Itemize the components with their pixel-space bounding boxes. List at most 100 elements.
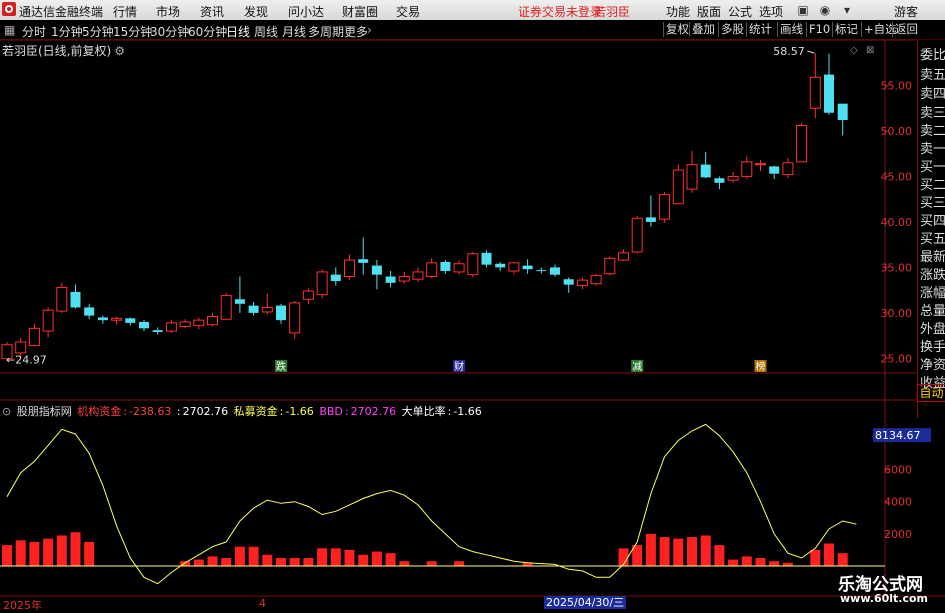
candle-body: [440, 261, 451, 272]
indicator-bar: [687, 537, 697, 567]
event-marker-label: 跌: [276, 360, 286, 373]
candle-body: [631, 217, 643, 253]
quote-label[interactable]: 卖三: [920, 102, 945, 121]
candle-body: [576, 279, 588, 287]
quote-label[interactable]: 净资: [920, 354, 945, 373]
indicator-bar: [70, 532, 81, 567]
indicator-value: -1.66: [453, 405, 482, 418]
indicator-value: 2702.76: [350, 405, 397, 418]
candle-body: [70, 291, 81, 308]
candle-body: [84, 307, 95, 316]
indicator-bar: [755, 557, 766, 567]
indicator-bar: [84, 541, 95, 567]
quote-label[interactable]: 涨幅: [920, 282, 945, 301]
quote-label[interactable]: 买三: [920, 192, 945, 211]
candle-body: [152, 330, 163, 332]
indicator-bar: [769, 561, 780, 567]
quote-label[interactable]: 最新: [920, 246, 945, 265]
indicator-label: 机构资金: [77, 405, 122, 418]
candle-body: [56, 286, 68, 312]
indicator-bar: [221, 557, 232, 567]
indicator-bar: [618, 548, 629, 567]
candle-body: [165, 322, 177, 332]
indicator-bar: [330, 548, 341, 567]
indicator-bar: [344, 549, 355, 567]
indicator-bar: [2, 545, 12, 567]
candle-body: [358, 259, 369, 263]
candle-body: [550, 267, 560, 275]
candle-body: [412, 271, 424, 280]
indicator-y-tick-label: 2000: [884, 528, 912, 541]
candle-body: [782, 162, 794, 176]
candle-body: [371, 265, 382, 275]
candle-body: [125, 318, 136, 323]
quote-label[interactable]: 换手: [920, 336, 945, 355]
watermark: 乐淘公式网 www.60lt.com: [834, 568, 945, 609]
quote-label[interactable]: 委比: [920, 44, 945, 63]
candle-body: [659, 194, 671, 220]
diamond-icon: ◇: [850, 45, 858, 56]
indicator-bar: [645, 533, 656, 567]
indicator-bar: [43, 538, 54, 567]
event-marker-label: 减: [632, 361, 642, 373]
candle-body: [727, 175, 739, 181]
quote-label[interactable]: 总量: [920, 300, 945, 319]
quote-label[interactable]: 卖一: [920, 138, 945, 157]
quote-label[interactable]: 涨跌: [920, 264, 945, 283]
indicator-bar: [317, 548, 328, 567]
candle-body: [481, 252, 492, 265]
high-price-label: 58.57: [773, 45, 805, 58]
indicator-bar: [824, 543, 834, 567]
indicator-bar: [234, 546, 245, 567]
candle-body: [796, 125, 808, 163]
candle-body: [809, 76, 821, 109]
quote-label[interactable]: 外盘: [920, 318, 945, 337]
candle-body: [97, 317, 108, 321]
indicator-bar: [399, 561, 410, 567]
quote-label[interactable]: 买二: [920, 174, 945, 193]
candle-body: [234, 299, 245, 304]
quote-label[interactable]: 买四: [920, 210, 945, 229]
indicator-label: BBD: [319, 405, 343, 418]
indicator-bar: [673, 538, 684, 567]
y-tick-label: 35.00: [881, 261, 913, 274]
indicator-bar: [741, 556, 752, 567]
candle-body: [139, 321, 149, 329]
candle-body: [495, 263, 506, 268]
auto-button[interactable]: 自动: [917, 384, 945, 402]
quote-label[interactable]: 卖四: [920, 83, 945, 102]
candle-body: [824, 74, 834, 113]
y-tick-label: 45.00: [881, 170, 913, 183]
candle-body: [672, 169, 684, 205]
candle-body: [714, 178, 725, 183]
candle-body: [604, 257, 616, 275]
indicator-menu-icon[interactable]: ⊙: [2, 405, 11, 418]
price-chart: 25.00 30.00 35.00 40.00 45.00 50.00 55.00 2000 4…: [0, 39, 945, 597]
collapse-icon: ⊠: [866, 45, 874, 56]
y-tick-label: 55.00: [881, 79, 913, 92]
indicator-bar: [56, 535, 67, 567]
candle-body: [467, 253, 479, 276]
candle-body: [28, 327, 40, 347]
quote-label[interactable]: 买一: [920, 156, 945, 175]
indicator-bar: [371, 551, 382, 567]
watermark-url: www.60lt.com: [840, 592, 929, 605]
candle-body: [302, 290, 314, 300]
event-marker-label: 财: [454, 360, 464, 373]
candle-body: [276, 305, 286, 321]
candle-body: [398, 275, 410, 282]
indicator-bar: [837, 553, 848, 567]
indicator-bar: [426, 561, 437, 567]
quote-label[interactable]: 卖五: [920, 64, 945, 83]
indicator-name[interactable]: 股朋指标网: [17, 405, 72, 418]
candle-body: [508, 262, 520, 272]
indicator-bar: [385, 553, 396, 567]
indicator-bar: [29, 541, 40, 567]
candle-body: [686, 164, 698, 190]
indicator-bar: [810, 549, 821, 567]
indicator-bar: [303, 557, 314, 567]
quote-label[interactable]: 买五: [920, 228, 945, 247]
quote-label[interactable]: 卖二: [920, 120, 945, 139]
indicator-bar: [207, 556, 218, 567]
axis-year-label: 2025年: [3, 599, 42, 612]
